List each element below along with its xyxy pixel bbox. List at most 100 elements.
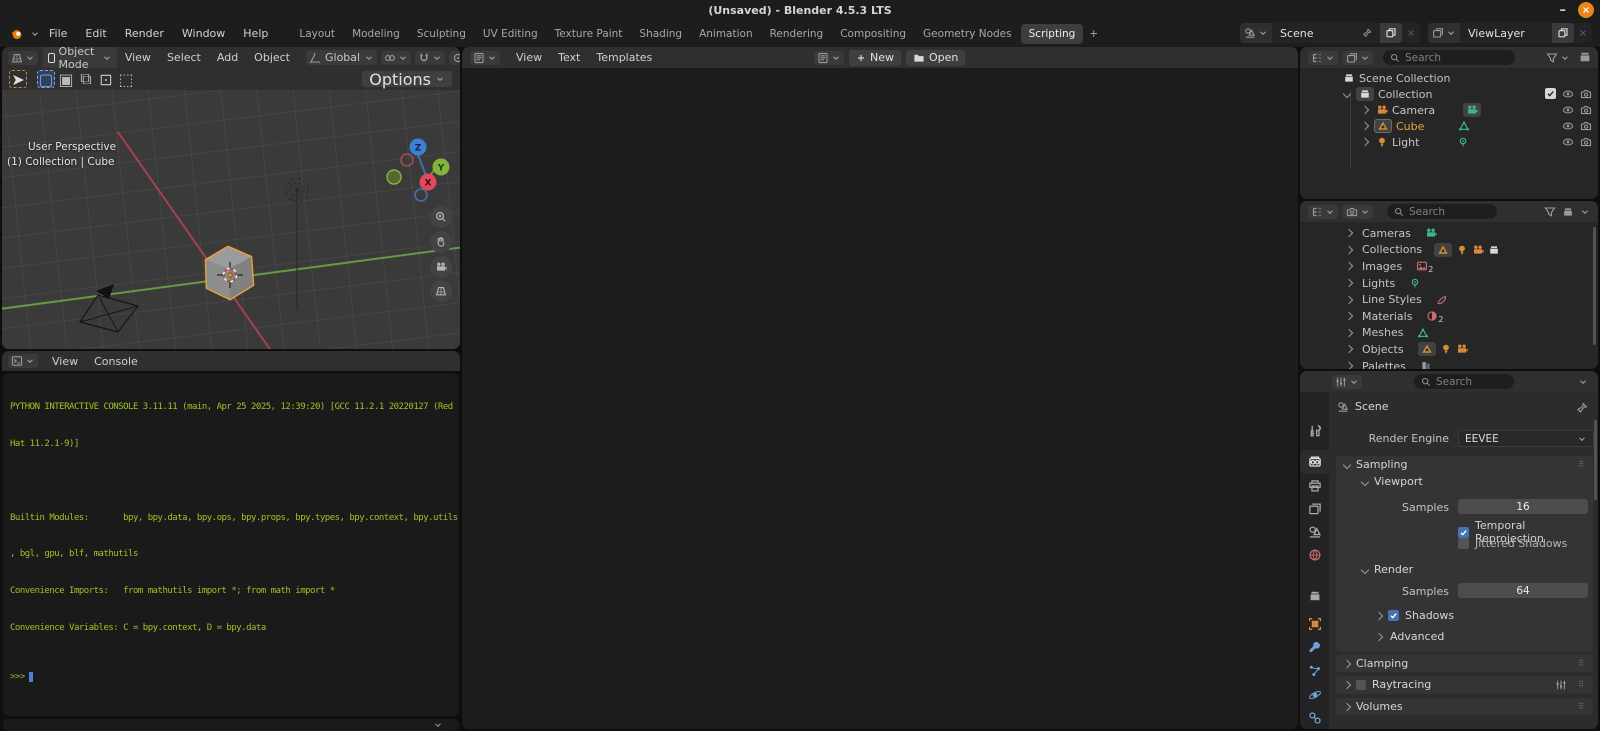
new-scene-button[interactable] bbox=[1380, 23, 1402, 43]
blendfile-row-materials[interactable]: Materials 2 bbox=[1300, 308, 1598, 325]
drag-dots[interactable]: ⠿ bbox=[1578, 659, 1585, 668]
select-tool-mode-new-button[interactable]: ▣ bbox=[57, 70, 75, 89]
blendfile-row-lights[interactable]: Lights bbox=[1300, 275, 1598, 292]
disable-render-icon[interactable] bbox=[1580, 120, 1592, 132]
outliner-row-camera[interactable]: Camera bbox=[1300, 102, 1598, 118]
disable-render-icon[interactable] bbox=[1580, 88, 1592, 100]
select-tool-mode-extend-button[interactable]: ⧉ bbox=[77, 69, 95, 88]
jittered-shadows-row[interactable]: Jittered Shadows bbox=[1458, 537, 1567, 550]
advanced-subpanel-header[interactable]: Advanced bbox=[1374, 630, 1444, 643]
shadows-subpanel-header[interactable]: Shadows bbox=[1374, 609, 1454, 622]
editor-type-button[interactable] bbox=[8, 354, 38, 368]
select-tool-mode-subtract-button[interactable]: ⊡ bbox=[97, 70, 115, 89]
new-viewlayer-button[interactable] bbox=[1552, 23, 1574, 43]
text-editor-body[interactable] bbox=[462, 68, 1298, 729]
viewlayer-browse-button[interactable] bbox=[1428, 23, 1460, 43]
drag-dots[interactable]: ⠿ bbox=[1578, 680, 1585, 689]
console-body[interactable]: PYTHON INTERACTIVE CONSOLE 3.11.11 (main… bbox=[3, 373, 459, 716]
menu-window[interactable]: Window bbox=[173, 20, 234, 47]
chevron-down-icon[interactable] bbox=[433, 720, 443, 730]
outliner-row-scene-collection[interactable]: Scene Collection bbox=[1300, 70, 1598, 86]
viewport-subpanel-header[interactable]: Viewport bbox=[1336, 473, 1593, 490]
hide-eye-icon[interactable] bbox=[1562, 136, 1574, 148]
workspace-tab-sculpting[interactable]: Sculpting bbox=[409, 24, 474, 44]
new-text-button[interactable]: New bbox=[849, 49, 901, 66]
exclude-checkbox[interactable] bbox=[1545, 88, 1556, 99]
workspace-tab-layout[interactable]: Layout bbox=[291, 24, 343, 44]
tab-world[interactable] bbox=[1300, 543, 1329, 567]
tab-scene[interactable] bbox=[1300, 520, 1329, 544]
text-menu-text[interactable]: Text bbox=[550, 51, 588, 64]
scrollbar[interactable] bbox=[1593, 227, 1596, 345]
outliner-row-cube[interactable]: Cube bbox=[1300, 118, 1598, 134]
display-mode-button[interactable] bbox=[1308, 204, 1338, 219]
outliner-search-input[interactable] bbox=[1405, 51, 1508, 64]
menu-edit[interactable]: Edit bbox=[76, 20, 115, 47]
jittered-shadows-checkbox[interactable] bbox=[1458, 538, 1469, 549]
blendfile-row-palettes[interactable]: Palettes bbox=[1300, 358, 1598, 369]
viewport-menu-add[interactable]: Add bbox=[209, 51, 246, 64]
unlink-scene-icon[interactable] bbox=[1406, 28, 1416, 38]
viewport-menu-object[interactable]: Object bbox=[246, 51, 298, 64]
collection-icon[interactable] bbox=[1562, 206, 1574, 218]
expand-chevron[interactable] bbox=[1344, 278, 1354, 288]
id-type-filter-button[interactable] bbox=[1343, 204, 1373, 219]
remove-viewlayer-icon[interactable] bbox=[1578, 28, 1588, 38]
text-datablock-browse-button[interactable] bbox=[814, 50, 844, 65]
expand-chevron[interactable] bbox=[1360, 121, 1370, 131]
properties-search[interactable] bbox=[1414, 374, 1514, 389]
breadcrumb[interactable]: Scene bbox=[1337, 400, 1389, 413]
editor-type-button[interactable] bbox=[470, 50, 500, 65]
pin-icon[interactable] bbox=[1576, 402, 1588, 414]
viewport-samples-field[interactable]: 16 bbox=[1458, 499, 1588, 514]
expand-chevron[interactable] bbox=[1344, 312, 1354, 321]
hide-eye-icon[interactable] bbox=[1562, 120, 1574, 132]
tab-tool[interactable] bbox=[1300, 419, 1329, 443]
blendfile-row-line-styles[interactable]: Line Styles bbox=[1300, 291, 1598, 308]
raytracing-checkbox[interactable] bbox=[1356, 679, 1366, 690]
menu-file[interactable]: File bbox=[40, 20, 76, 47]
volumes-panel[interactable]: Volumes ⠿ bbox=[1336, 698, 1593, 715]
light-object[interactable] bbox=[278, 170, 318, 315]
render-subpanel-header[interactable]: Render bbox=[1336, 561, 1593, 578]
expand-chevron[interactable] bbox=[1342, 89, 1352, 99]
editor-type-button[interactable] bbox=[8, 50, 38, 65]
expand-chevron[interactable] bbox=[1360, 137, 1370, 147]
add-workspace-button[interactable]: + bbox=[1084, 24, 1103, 44]
menu-render[interactable]: Render bbox=[116, 20, 173, 47]
snapping-dropdown[interactable] bbox=[415, 50, 446, 65]
properties-search-input[interactable] bbox=[1436, 375, 1507, 388]
tab-constraints[interactable] bbox=[1300, 706, 1329, 729]
console-menu-console[interactable]: Console bbox=[86, 355, 146, 368]
scene-name-field[interactable]: Scene bbox=[1272, 27, 1380, 40]
camera-view-button[interactable] bbox=[430, 256, 452, 278]
workspace-tab-compositing[interactable]: Compositing bbox=[832, 24, 914, 44]
drag-dots[interactable]: ⠿ bbox=[1578, 702, 1585, 711]
hide-eye-icon[interactable] bbox=[1562, 88, 1574, 100]
expand-chevron[interactable] bbox=[1344, 262, 1354, 271]
camera-object[interactable] bbox=[76, 282, 146, 336]
pan-button[interactable] bbox=[430, 231, 452, 253]
open-text-button[interactable]: Open bbox=[906, 49, 966, 66]
expand-chevron[interactable] bbox=[1344, 361, 1354, 369]
blendfile-row-images[interactable]: Images 2 bbox=[1300, 258, 1598, 275]
render-samples-field[interactable]: 64 bbox=[1458, 583, 1588, 598]
blendfile-search[interactable] bbox=[1387, 204, 1497, 219]
scene-browse-button[interactable] bbox=[1240, 23, 1272, 43]
editor-type-button[interactable] bbox=[1332, 374, 1362, 389]
proportional-edit-toggle[interactable] bbox=[449, 50, 460, 65]
navigation-gizmo[interactable]: Z Y X bbox=[384, 136, 456, 208]
render-engine-dropdown[interactable]: EEVEE bbox=[1458, 430, 1594, 447]
tab-modifiers[interactable] bbox=[1300, 636, 1329, 660]
expand-chevron[interactable] bbox=[1344, 328, 1354, 338]
expand-chevron[interactable] bbox=[1344, 229, 1354, 238]
workspace-tab-animation[interactable]: Animation bbox=[691, 24, 761, 44]
blendfile-row-collections[interactable]: Collections bbox=[1300, 242, 1598, 259]
workspace-tab-geometry-nodes[interactable]: Geometry Nodes bbox=[915, 24, 1020, 44]
close-button[interactable] bbox=[1578, 2, 1594, 18]
perspective-toggle-button[interactable] bbox=[430, 280, 452, 302]
zoom-button[interactable] bbox=[430, 206, 452, 228]
viewport-menu-select[interactable]: Select bbox=[159, 51, 209, 64]
viewlayer-name-field[interactable]: ViewLayer bbox=[1460, 27, 1552, 40]
workspace-tab-shading[interactable]: Shading bbox=[631, 24, 690, 44]
